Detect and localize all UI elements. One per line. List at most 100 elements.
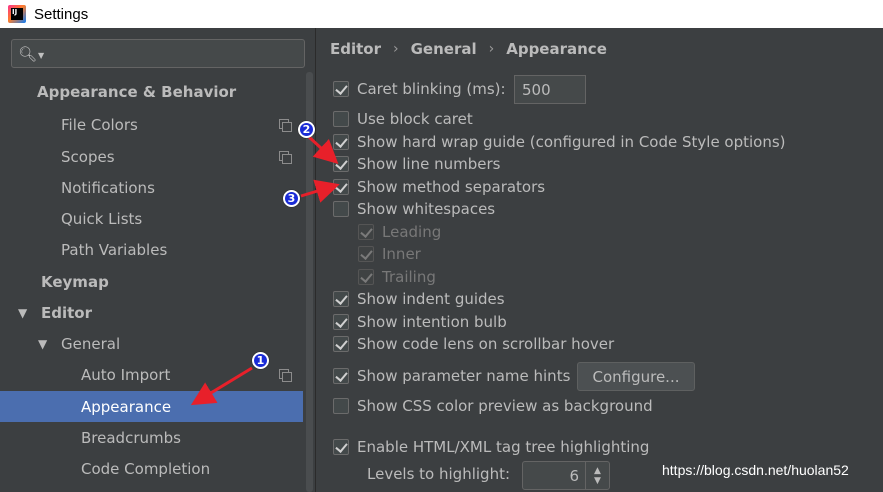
spinner-value[interactable]: 6 — [569, 467, 579, 485]
checkbox-box[interactable] — [333, 368, 349, 384]
checkbox-label: Show line numbers — [357, 155, 501, 173]
show-hard-wrap-guide-checkbox[interactable]: Show hard wrap guide (configured in Code… — [333, 131, 786, 153]
checkbox-box[interactable] — [333, 179, 349, 195]
breadcrumb-item[interactable]: Editor — [330, 40, 381, 58]
checkbox-box[interactable] — [333, 111, 349, 127]
show-code-lens-checkbox[interactable]: Show code lens on scrollbar hover — [333, 333, 614, 355]
inner-checkbox: Inner — [358, 243, 421, 265]
checkbox-label: Show parameter name hints — [357, 367, 571, 385]
tree-item-notifications[interactable]: Notifications — [0, 172, 303, 203]
show-parameter-name-hints-checkbox[interactable]: Show parameter name hints — [333, 365, 570, 387]
configure-button[interactable]: Configure... — [577, 362, 695, 391]
checkbox-box[interactable] — [333, 134, 349, 150]
checkbox-box[interactable] — [333, 439, 349, 455]
checkbox-label: Show CSS color preview as background — [357, 397, 653, 415]
spinner-arrows[interactable]: ▲ ▼ — [585, 462, 609, 489]
checkbox-box — [358, 224, 374, 240]
checkbox-box[interactable] — [333, 201, 349, 217]
annotation-badge-1: 1 — [252, 352, 269, 369]
tree-item-label: General — [61, 334, 121, 353]
expand-arrow-icon[interactable]: ▼ — [18, 306, 27, 320]
search-input[interactable]: 🔍︎ ▼ — [11, 39, 305, 68]
tree-item-label: Appearance & Behavior — [37, 82, 237, 101]
checkbox-label: Enable HTML/XML tag tree highlighting — [357, 438, 650, 456]
search-icon[interactable]: 🔍︎ — [18, 45, 37, 63]
tree-item-label: Path Variables — [61, 240, 168, 259]
show-whitespaces-checkbox[interactable]: Show whitespaces — [333, 198, 495, 220]
chevron-down-icon[interactable]: ▼ — [594, 476, 601, 486]
chevron-down-icon[interactable]: ▼ — [38, 51, 44, 60]
checkbox-box[interactable] — [333, 156, 349, 172]
tree-item-appearance[interactable]: Appearance — [0, 391, 315, 422]
checkbox-label: Leading — [382, 223, 442, 241]
checkbox-box[interactable] — [333, 398, 349, 414]
trailing-checkbox: Trailing — [358, 266, 436, 288]
tree-item-label: Appearance — [81, 397, 172, 416]
title-bar: IJ Settings — [0, 0, 883, 28]
tree-item-label: Scopes — [61, 147, 115, 166]
checkbox-box — [358, 269, 374, 285]
tree-item-code-completion[interactable]: Code Completion — [0, 453, 303, 484]
tree-item-editor[interactable]: ▼ Editor — [0, 297, 303, 328]
settings-sidebar: 🔍︎ ▼ Appearance & Behavior File Colors S… — [0, 28, 315, 492]
checkbox-label: Show whitespaces — [357, 200, 496, 218]
breadcrumb: Editor › General › Appearance — [330, 40, 607, 58]
checkbox-label: Show method separators — [357, 178, 546, 196]
watermark: https://blog.csdn.net/huolan52 — [662, 462, 849, 478]
caret-blinking-checkbox[interactable]: Caret blinking (ms): — [333, 78, 506, 100]
checkbox-box[interactable] — [333, 81, 349, 97]
caret-blinking-ms-input[interactable]: 500 — [514, 75, 586, 104]
project-copy-icon — [279, 368, 292, 382]
tree-item-keymap[interactable]: Keymap — [0, 266, 303, 297]
checkbox-box[interactable] — [333, 314, 349, 330]
levels-to-highlight-label: Levels to highlight: — [367, 465, 511, 483]
checkbox-label: Caret blinking (ms): — [357, 80, 506, 98]
tree-item-label: Auto Import — [81, 365, 171, 384]
use-block-caret-checkbox[interactable]: Use block caret — [333, 108, 473, 130]
checkbox-box[interactable] — [333, 291, 349, 307]
tree-item-file-colors[interactable]: File Colors — [0, 109, 303, 140]
show-intention-bulb-checkbox[interactable]: Show intention bulb — [333, 311, 507, 333]
checkbox-label: Trailing — [382, 268, 436, 286]
checkbox-label: Show intention bulb — [357, 313, 507, 331]
breadcrumb-item[interactable]: General — [411, 40, 477, 58]
checkbox-label: Show hard wrap guide (configured in Code… — [357, 133, 786, 151]
levels-to-highlight-spinner[interactable]: 6 ▲ ▼ — [522, 461, 610, 490]
settings-content: Editor › General › Appearance Caret blin… — [315, 28, 883, 492]
expand-arrow-icon[interactable]: ▼ — [38, 337, 47, 351]
tree-item-breadcrumbs[interactable]: Breadcrumbs — [0, 422, 303, 453]
annotation-badge-3: 3 — [283, 190, 300, 207]
show-indent-guides-checkbox[interactable]: Show indent guides — [333, 288, 505, 310]
window-title: Settings — [34, 5, 89, 23]
breadcrumb-item: Appearance — [506, 40, 607, 58]
tree-item-quick-lists[interactable]: Quick Lists — [0, 203, 303, 234]
checkbox-label: Show indent guides — [357, 290, 505, 308]
checkbox-box[interactable] — [333, 336, 349, 352]
tree-item-label: Notifications — [61, 178, 155, 197]
tree-item-path-variables[interactable]: Path Variables — [0, 234, 303, 265]
project-copy-icon — [279, 150, 292, 164]
project-copy-icon — [279, 118, 292, 132]
checkbox-label: Show code lens on scrollbar hover — [357, 335, 615, 353]
chevron-up-icon[interactable]: ▲ — [594, 466, 601, 476]
enable-html-xml-highlighting-checkbox[interactable]: Enable HTML/XML tag tree highlighting — [333, 436, 649, 458]
checkbox-label: Use block caret — [357, 110, 473, 128]
checkbox-label: Inner — [382, 245, 421, 263]
show-line-numbers-checkbox[interactable]: Show line numbers — [333, 153, 500, 175]
show-css-color-preview-checkbox[interactable]: Show CSS color preview as background — [333, 395, 653, 417]
tree-item-label: File Colors — [61, 115, 138, 134]
tree-item-label: Breadcrumbs — [81, 428, 181, 447]
tree-item-label: Code Completion — [81, 459, 211, 478]
tree-item-appearance-behavior[interactable]: Appearance & Behavior — [0, 76, 303, 107]
chevron-right-icon: › — [488, 41, 495, 57]
tree-item-scopes[interactable]: Scopes — [0, 141, 303, 172]
show-method-separators-checkbox[interactable]: Show method separators — [333, 176, 545, 198]
leading-checkbox: Leading — [358, 221, 441, 243]
annotation-badge-2: 2 — [298, 121, 315, 138]
intellij-idea-icon: IJ — [8, 5, 26, 23]
chevron-right-icon: › — [393, 41, 399, 57]
tree-item-label: Editor — [41, 303, 92, 322]
tree-item-label: Keymap — [41, 272, 109, 291]
checkbox-box — [358, 246, 374, 262]
tree-item-label: Quick Lists — [61, 209, 143, 228]
